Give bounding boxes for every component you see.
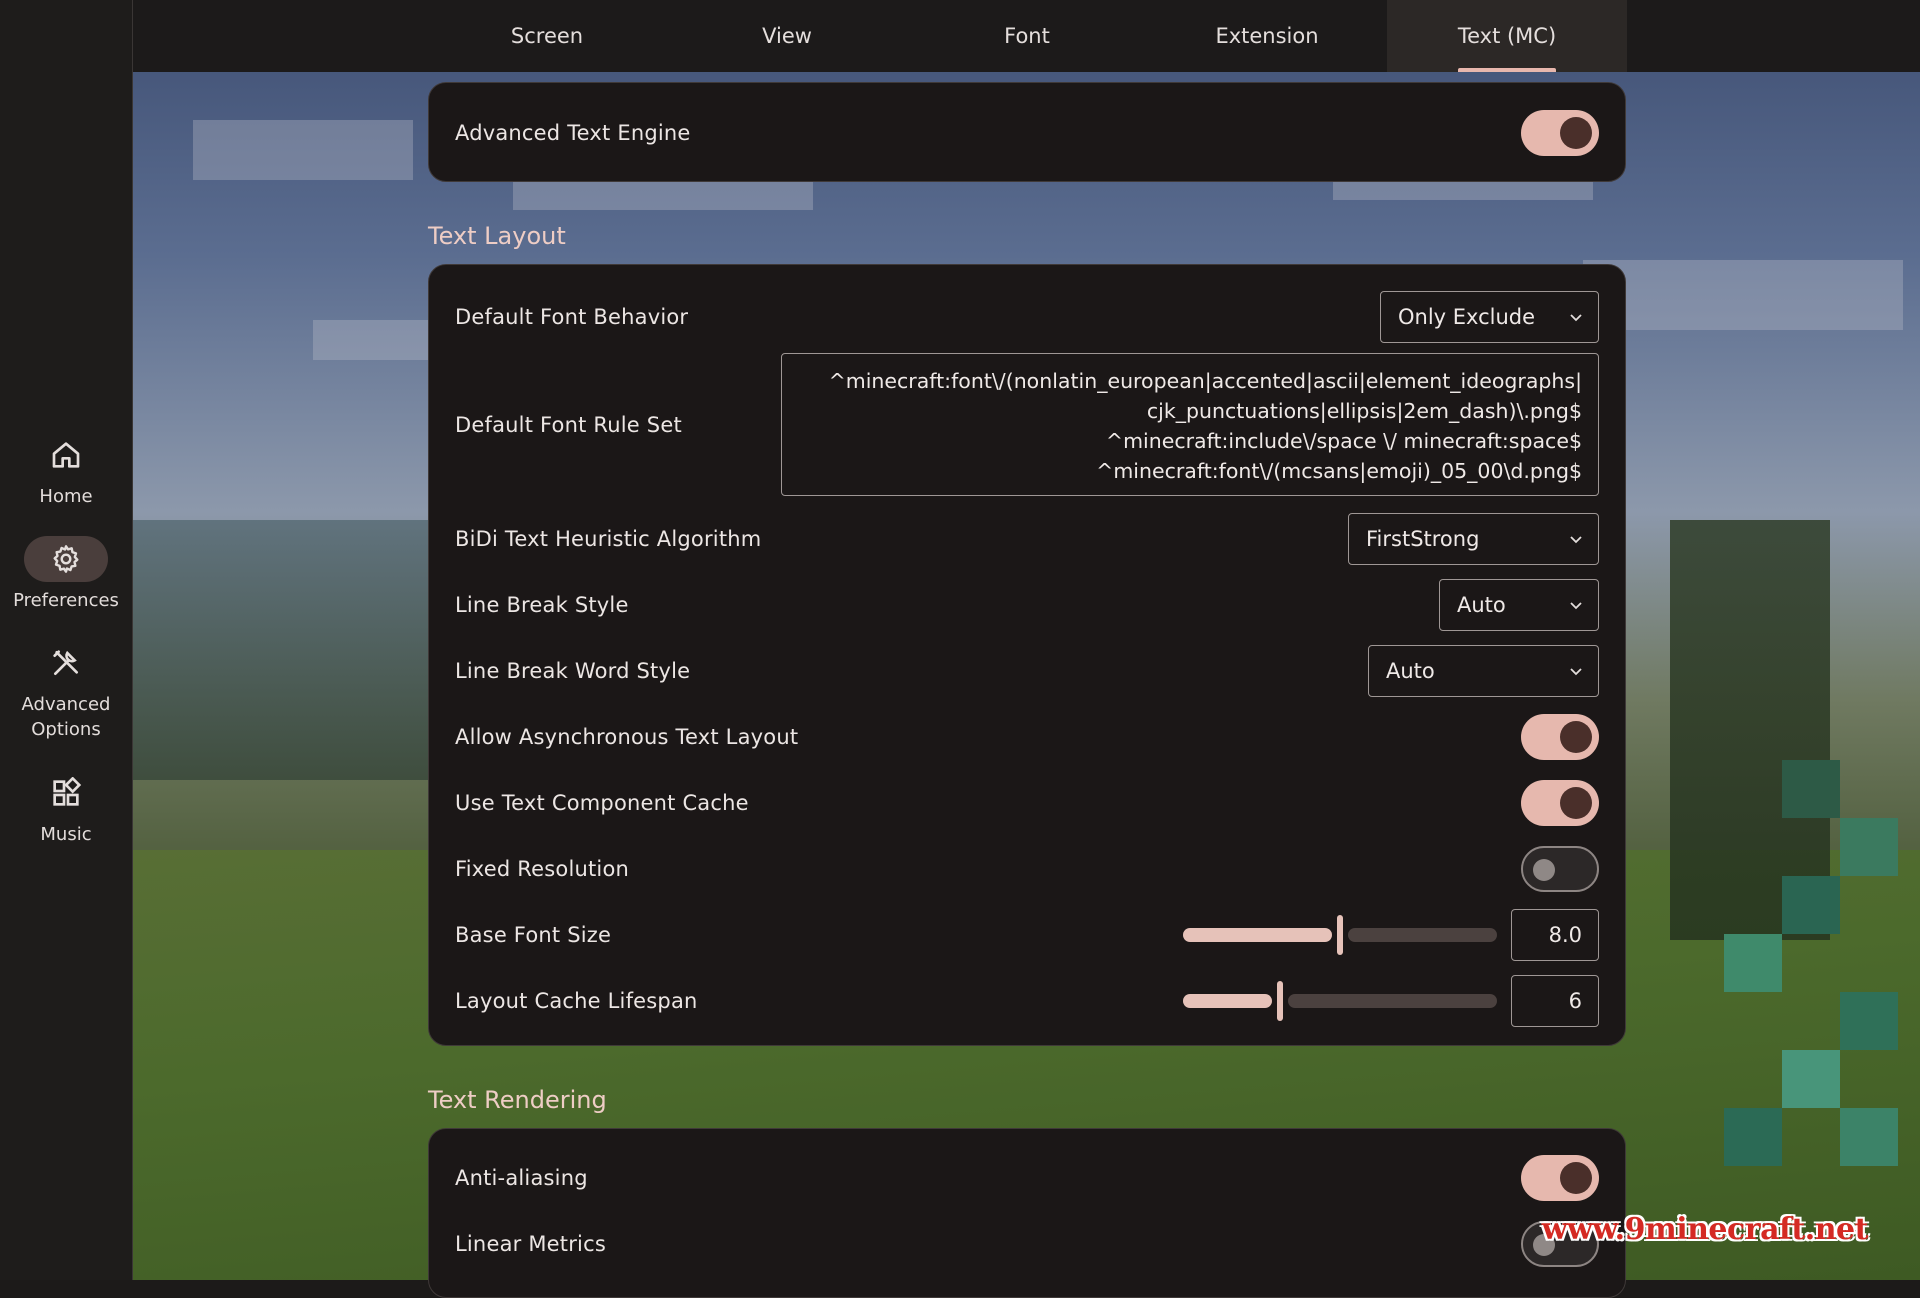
setting-row: Use Text Component Cache (455, 770, 1599, 836)
setting-row: Advanced Text Engine (455, 100, 1599, 166)
setting-row: Linear Metrics (455, 1211, 1599, 1277)
tab-view[interactable]: View (667, 0, 907, 72)
input-value: 8.0 (1548, 923, 1582, 947)
rule-line: ^minecraft:font\/(mcsans|emoji)_05_00\d.… (1096, 459, 1582, 483)
sidebar-item-preferences[interactable]: Preferences (0, 536, 132, 613)
tab-label: Font (1004, 24, 1050, 48)
setting-label: Use Text Component Cache (455, 791, 749, 815)
tab-screen[interactable]: Screen (427, 0, 667, 72)
chevron-down-icon (1570, 314, 1582, 322)
rule-line: cjk_punctuations|ellipsis|2em_dash)\.png… (1146, 399, 1582, 423)
fixed-resolution-toggle[interactable] (1521, 846, 1599, 892)
setting-row: Line Break Style Auto (455, 572, 1599, 638)
sidebar-item-label: Preferences (13, 590, 119, 611)
slider-thumb[interactable] (1277, 981, 1283, 1021)
line-break-style-select[interactable]: Auto (1439, 579, 1599, 631)
tools-icon (24, 640, 108, 686)
setting-label: Fixed Resolution (455, 857, 630, 881)
tab-extension[interactable]: Extension (1147, 0, 1387, 72)
anti-aliasing-toggle[interactable] (1521, 1155, 1599, 1201)
setting-row: Fixed Resolution (455, 836, 1599, 902)
select-value: Auto (1457, 593, 1506, 617)
tab-label: View (762, 24, 812, 48)
setting-row: Default Font Behavior Only Exclude (455, 284, 1599, 350)
section-title-text-layout: Text Layout (428, 222, 566, 250)
setting-label: Base Font Size (455, 923, 612, 947)
default-font-rule-set-textarea[interactable]: ^minecraft:font\/(nonlatin_european|acce… (781, 353, 1599, 496)
tab-label: Screen (510, 24, 584, 48)
text-component-cache-toggle[interactable] (1521, 780, 1599, 826)
chevron-down-icon (1570, 602, 1582, 610)
tab-label: Extension (1215, 24, 1319, 48)
sidebar: Home Preferences Advanced Options Music (0, 0, 133, 1280)
setting-label: Linear Metrics (455, 1232, 606, 1256)
text-rendering-card: Anti-aliasing Linear Metrics (428, 1128, 1626, 1298)
setting-row: Base Font Size 8.0 (455, 902, 1599, 968)
chevron-down-icon (1570, 536, 1582, 544)
setting-label: Anti-aliasing (455, 1166, 588, 1190)
tab-text-mc[interactable]: Text (MC) (1387, 0, 1627, 72)
sidebar-item-label: Music (40, 824, 92, 845)
sidebar-item-home[interactable]: Home (0, 432, 132, 509)
select-value: FirstStrong (1366, 527, 1480, 551)
sidebar-item-label: Advanced Options (21, 694, 111, 740)
home-icon (24, 432, 108, 478)
layout-cache-lifespan-slider[interactable] (1183, 981, 1497, 1021)
slider-thumb[interactable] (1337, 915, 1343, 955)
setting-row: Line Break Word Style Auto (455, 638, 1599, 704)
line-break-word-style-select[interactable]: Auto (1368, 645, 1599, 697)
tab-bar: Screen View Font Extension Text (MC) (133, 0, 1920, 72)
setting-label: Advanced Text Engine (455, 121, 691, 145)
watermark-logo: www.9minecraft.net (1541, 1212, 1869, 1247)
select-value: Only Exclude (1398, 305, 1536, 329)
setting-label: Default Font Behavior (455, 305, 689, 329)
sidebar-item-label: Home (39, 486, 93, 507)
setting-row: BiDi Text Heuristic Algorithm FirstStron… (455, 506, 1599, 572)
layout-cache-lifespan-input[interactable]: 6 (1511, 975, 1599, 1027)
setting-row: Allow Asynchronous Text Layout (455, 704, 1599, 770)
chevron-down-icon (1570, 668, 1582, 676)
active-tab-indicator (1458, 68, 1556, 72)
setting-row: Layout Cache Lifespan 6 (455, 968, 1599, 1034)
base-font-size-input[interactable]: 8.0 (1511, 909, 1599, 961)
advanced-text-engine-card: Advanced Text Engine (428, 82, 1626, 182)
setting-label: Default Font Rule Set (455, 412, 682, 437)
rule-line: ^minecraft:include\/space \/ minecraft:s… (1105, 429, 1582, 453)
select-value: Auto (1386, 659, 1435, 683)
text-layout-card: Default Font Behavior Only Exclude Defau… (428, 264, 1626, 1046)
setting-label: BiDi Text Heuristic Algorithm (455, 527, 762, 551)
tab-font[interactable]: Font (907, 0, 1147, 72)
sidebar-item-advanced-options[interactable]: Advanced Options (0, 640, 132, 742)
gear-icon (24, 536, 108, 582)
setting-label: Line Break Word Style (455, 659, 691, 683)
input-value: 6 (1568, 989, 1582, 1013)
setting-row: Default Font Rule Set ^minecraft:font\/(… (455, 353, 1599, 496)
async-text-layout-toggle[interactable] (1521, 714, 1599, 760)
tab-label: Text (MC) (1457, 24, 1557, 48)
grid-icon (24, 770, 108, 816)
setting-row: Anti-aliasing (455, 1145, 1599, 1211)
advanced-text-engine-toggle[interactable] (1521, 110, 1599, 156)
base-font-size-slider[interactable] (1183, 915, 1497, 955)
section-title-text-rendering: Text Rendering (428, 1086, 607, 1114)
setting-label: Allow Asynchronous Text Layout (455, 725, 799, 749)
setting-label: Layout Cache Lifespan (455, 989, 698, 1013)
default-font-behavior-select[interactable]: Only Exclude (1380, 291, 1599, 343)
bidi-algorithm-select[interactable]: FirstStrong (1348, 513, 1599, 565)
sidebar-item-music[interactable]: Music (0, 770, 132, 847)
rule-line: ^minecraft:font\/(nonlatin_european|acce… (828, 369, 1582, 393)
setting-label: Line Break Style (455, 593, 629, 617)
